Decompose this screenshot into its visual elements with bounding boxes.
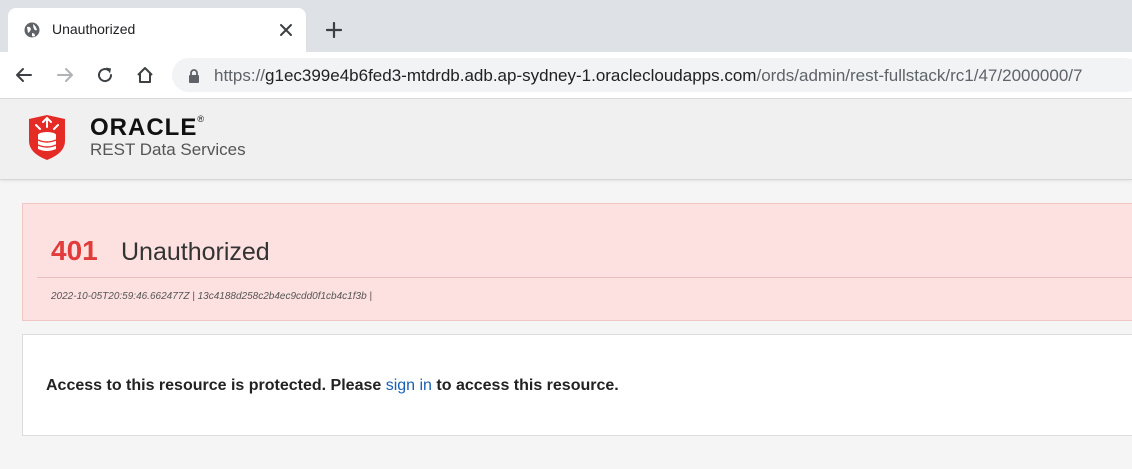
browser-tab[interactable]: Unauthorized [8, 8, 306, 52]
back-arrow-icon[interactable] [14, 65, 34, 85]
close-icon[interactable] [278, 22, 294, 38]
home-icon[interactable] [135, 65, 155, 85]
error-title: Unauthorized [121, 238, 270, 266]
url-host: g1ec399e4b6fed3-mtdrdb.adb.ap-sydney-1.o… [265, 66, 757, 85]
registered-mark: ® [197, 114, 205, 124]
error-divider [37, 277, 1132, 278]
tab-strip: Unauthorized [0, 0, 1132, 52]
oracle-wordmark: ORACLE® [90, 114, 205, 141]
lock-icon[interactable] [188, 69, 200, 83]
message-panel: Access to this resource is protected. Pl… [22, 334, 1132, 436]
product-name: REST Data Services [90, 140, 246, 159]
url-scheme: https:// [214, 66, 266, 85]
error-code: 401 [51, 235, 98, 266]
browser-toolbar: https://g1ec399e4b6fed3-mtdrdb.adb.ap-sy… [0, 52, 1132, 99]
tab-title: Unauthorized [52, 21, 136, 37]
error-panel: 401 Unauthorized 2022-10-05T20:59:46.662… [22, 203, 1132, 321]
url-text[interactable]: https://g1ec399e4b6fed3-mtdrdb.adb.ap-sy… [214, 66, 1082, 86]
message-before: Access to this resource is protected. Pl… [46, 377, 386, 394]
new-tab-plus-icon[interactable] [326, 22, 342, 38]
ords-header: ORACLE® REST Data Services [0, 99, 1132, 180]
url-path: /ords/admin/rest-fullstack/rc1/47/200000… [756, 66, 1083, 85]
forward-arrow-icon[interactable] [55, 65, 75, 85]
globe-icon [24, 22, 40, 38]
error-meta: 2022-10-05T20:59:46.662477Z | 13c4188d25… [51, 291, 373, 302]
address-bar[interactable]: https://g1ec399e4b6fed3-mtdrdb.adb.ap-sy… [172, 58, 1132, 92]
access-message: Access to this resource is protected. Pl… [46, 377, 619, 395]
ords-database-shield-logo [29, 115, 65, 160]
reload-icon[interactable] [95, 65, 115, 85]
sign-in-link[interactable]: sign in [386, 377, 432, 394]
message-after: to access this resource. [431, 377, 619, 394]
